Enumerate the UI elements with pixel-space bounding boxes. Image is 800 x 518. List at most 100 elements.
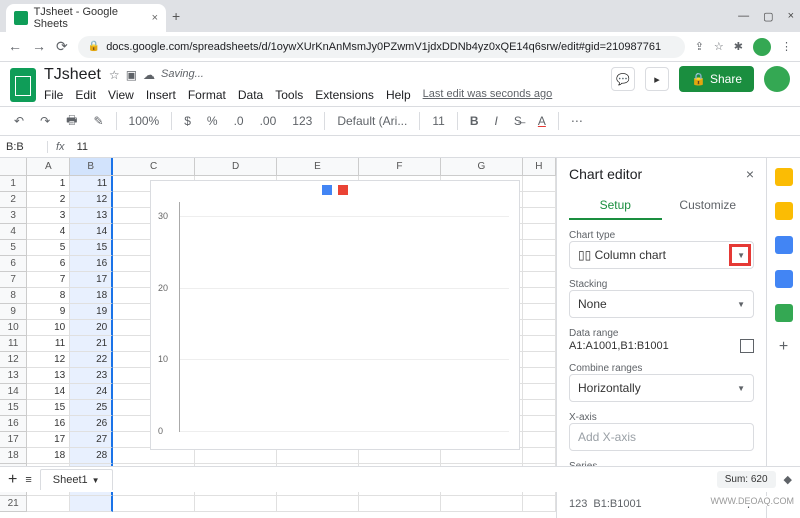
cell[interactable]: 15 <box>70 240 113 256</box>
row-header[interactable]: 5 <box>0 240 27 256</box>
close-tab-icon[interactable]: × <box>152 12 158 24</box>
chevron-down-icon[interactable]: ▼ <box>92 476 100 485</box>
cell[interactable]: 2 <box>27 192 70 208</box>
cell[interactable]: 13 <box>70 208 113 224</box>
strike-button[interactable]: S̶ <box>510 112 526 130</box>
cell[interactable]: 18 <box>27 448 70 464</box>
cell[interactable] <box>277 448 359 464</box>
col-header-d[interactable]: D <box>195 158 277 175</box>
quick-sum[interactable]: Sum: 620 <box>717 471 776 488</box>
profile-avatar[interactable] <box>753 38 771 56</box>
cell[interactable] <box>277 496 359 512</box>
cell[interactable] <box>441 448 523 464</box>
cell[interactable] <box>523 416 556 432</box>
text-color-button[interactable]: A <box>534 112 550 130</box>
cell[interactable]: 26 <box>70 416 113 432</box>
cell[interactable] <box>523 304 556 320</box>
cell[interactable] <box>523 496 556 512</box>
cell[interactable]: 17 <box>70 272 113 288</box>
comments-button[interactable]: 💬 <box>611 67 635 91</box>
tab-customize[interactable]: Customize <box>662 192 755 220</box>
cell[interactable] <box>523 240 556 256</box>
more-toolbar-icon[interactable]: ⋯ <box>567 112 587 130</box>
close-editor-icon[interactable]: × <box>746 166 754 182</box>
col-header-f[interactable]: F <box>359 158 441 175</box>
row-header[interactable]: 4 <box>0 224 27 240</box>
cell[interactable]: 19 <box>70 304 113 320</box>
font-size-dropdown[interactable]: 11 <box>428 112 448 130</box>
row-header[interactable]: 11 <box>0 336 27 352</box>
formula-value[interactable]: 11 <box>73 141 92 153</box>
row-header[interactable]: 15 <box>0 400 27 416</box>
name-box[interactable]: B:B <box>0 141 48 153</box>
cell[interactable]: 3 <box>27 208 70 224</box>
cell[interactable] <box>523 432 556 448</box>
cell[interactable]: 17 <box>27 432 70 448</box>
row-header[interactable]: 14 <box>0 384 27 400</box>
close-window-icon[interactable]: × <box>788 10 794 23</box>
tasks-icon[interactable] <box>775 236 793 254</box>
cell[interactable]: 12 <box>27 352 70 368</box>
cell[interactable] <box>523 320 556 336</box>
row-header[interactable]: 7 <box>0 272 27 288</box>
cell[interactable] <box>523 448 556 464</box>
cell[interactable]: 15 <box>27 400 70 416</box>
cell[interactable]: 18 <box>70 288 113 304</box>
menu-help[interactable]: Help <box>386 88 411 102</box>
share-url-icon[interactable]: ⇪ <box>695 40 704 53</box>
row-header[interactable]: 6 <box>0 256 27 272</box>
cell[interactable]: 6 <box>27 256 70 272</box>
star-icon[interactable]: ☆ <box>109 68 120 82</box>
cell[interactable]: 4 <box>27 224 70 240</box>
back-icon[interactable]: ← <box>8 38 22 55</box>
dec-increase-button[interactable]: .00 <box>256 112 281 130</box>
cell[interactable]: 5 <box>27 240 70 256</box>
menu-extensions[interactable]: Extensions <box>315 88 374 102</box>
present-button[interactable]: ▸ <box>645 67 669 91</box>
minimize-icon[interactable]: — <box>738 10 749 23</box>
col-header-b[interactable]: B <box>70 158 113 175</box>
cell[interactable]: 11 <box>70 176 113 192</box>
row-header[interactable]: 21 <box>0 496 27 512</box>
row-header[interactable]: 13 <box>0 368 27 384</box>
menu-data[interactable]: Data <box>238 88 263 102</box>
print-icon[interactable]: 🖶 <box>62 109 81 134</box>
add-addon-icon[interactable]: + <box>779 338 788 356</box>
row-header[interactable]: 16 <box>0 416 27 432</box>
cell[interactable]: 16 <box>27 416 70 432</box>
cell[interactable]: 8 <box>27 288 70 304</box>
bookmark-icon[interactable]: ☆ <box>714 40 724 53</box>
share-button[interactable]: 🔒 Share <box>679 66 754 92</box>
menu-insert[interactable]: Insert <box>146 88 176 102</box>
paint-icon[interactable]: ✎ <box>89 112 107 130</box>
menu-icon[interactable]: ⋮ <box>781 40 792 53</box>
undo-icon[interactable]: ↶ <box>10 112 28 130</box>
cell[interactable] <box>359 448 441 464</box>
account-avatar[interactable] <box>764 66 790 92</box>
last-edit-link[interactable]: Last edit was seconds ago <box>423 88 553 102</box>
cell[interactable] <box>523 192 556 208</box>
row-header[interactable]: 12 <box>0 352 27 368</box>
explore-button[interactable]: ◆ <box>784 473 792 486</box>
menu-format[interactable]: Format <box>188 88 226 102</box>
cell[interactable]: 23 <box>70 368 113 384</box>
cell[interactable]: 28 <box>70 448 113 464</box>
zoom-dropdown[interactable]: 100% <box>125 112 164 130</box>
menu-edit[interactable]: Edit <box>75 88 96 102</box>
maps-icon[interactable] <box>775 304 793 322</box>
forward-icon[interactable]: → <box>32 38 46 55</box>
redo-icon[interactable]: ↷ <box>36 112 54 130</box>
cell[interactable]: 22 <box>70 352 113 368</box>
row-header[interactable]: 3 <box>0 208 27 224</box>
menu-file[interactable]: File <box>44 88 63 102</box>
row-header[interactable]: 9 <box>0 304 27 320</box>
cell[interactable] <box>523 384 556 400</box>
cell[interactable] <box>113 448 195 464</box>
col-header-g[interactable]: G <box>441 158 523 175</box>
row-header[interactable]: 8 <box>0 288 27 304</box>
cell[interactable]: 16 <box>70 256 113 272</box>
cell[interactable]: 10 <box>27 320 70 336</box>
cell[interactable] <box>523 336 556 352</box>
col-header-c[interactable]: C <box>113 158 195 175</box>
cell[interactable] <box>523 368 556 384</box>
